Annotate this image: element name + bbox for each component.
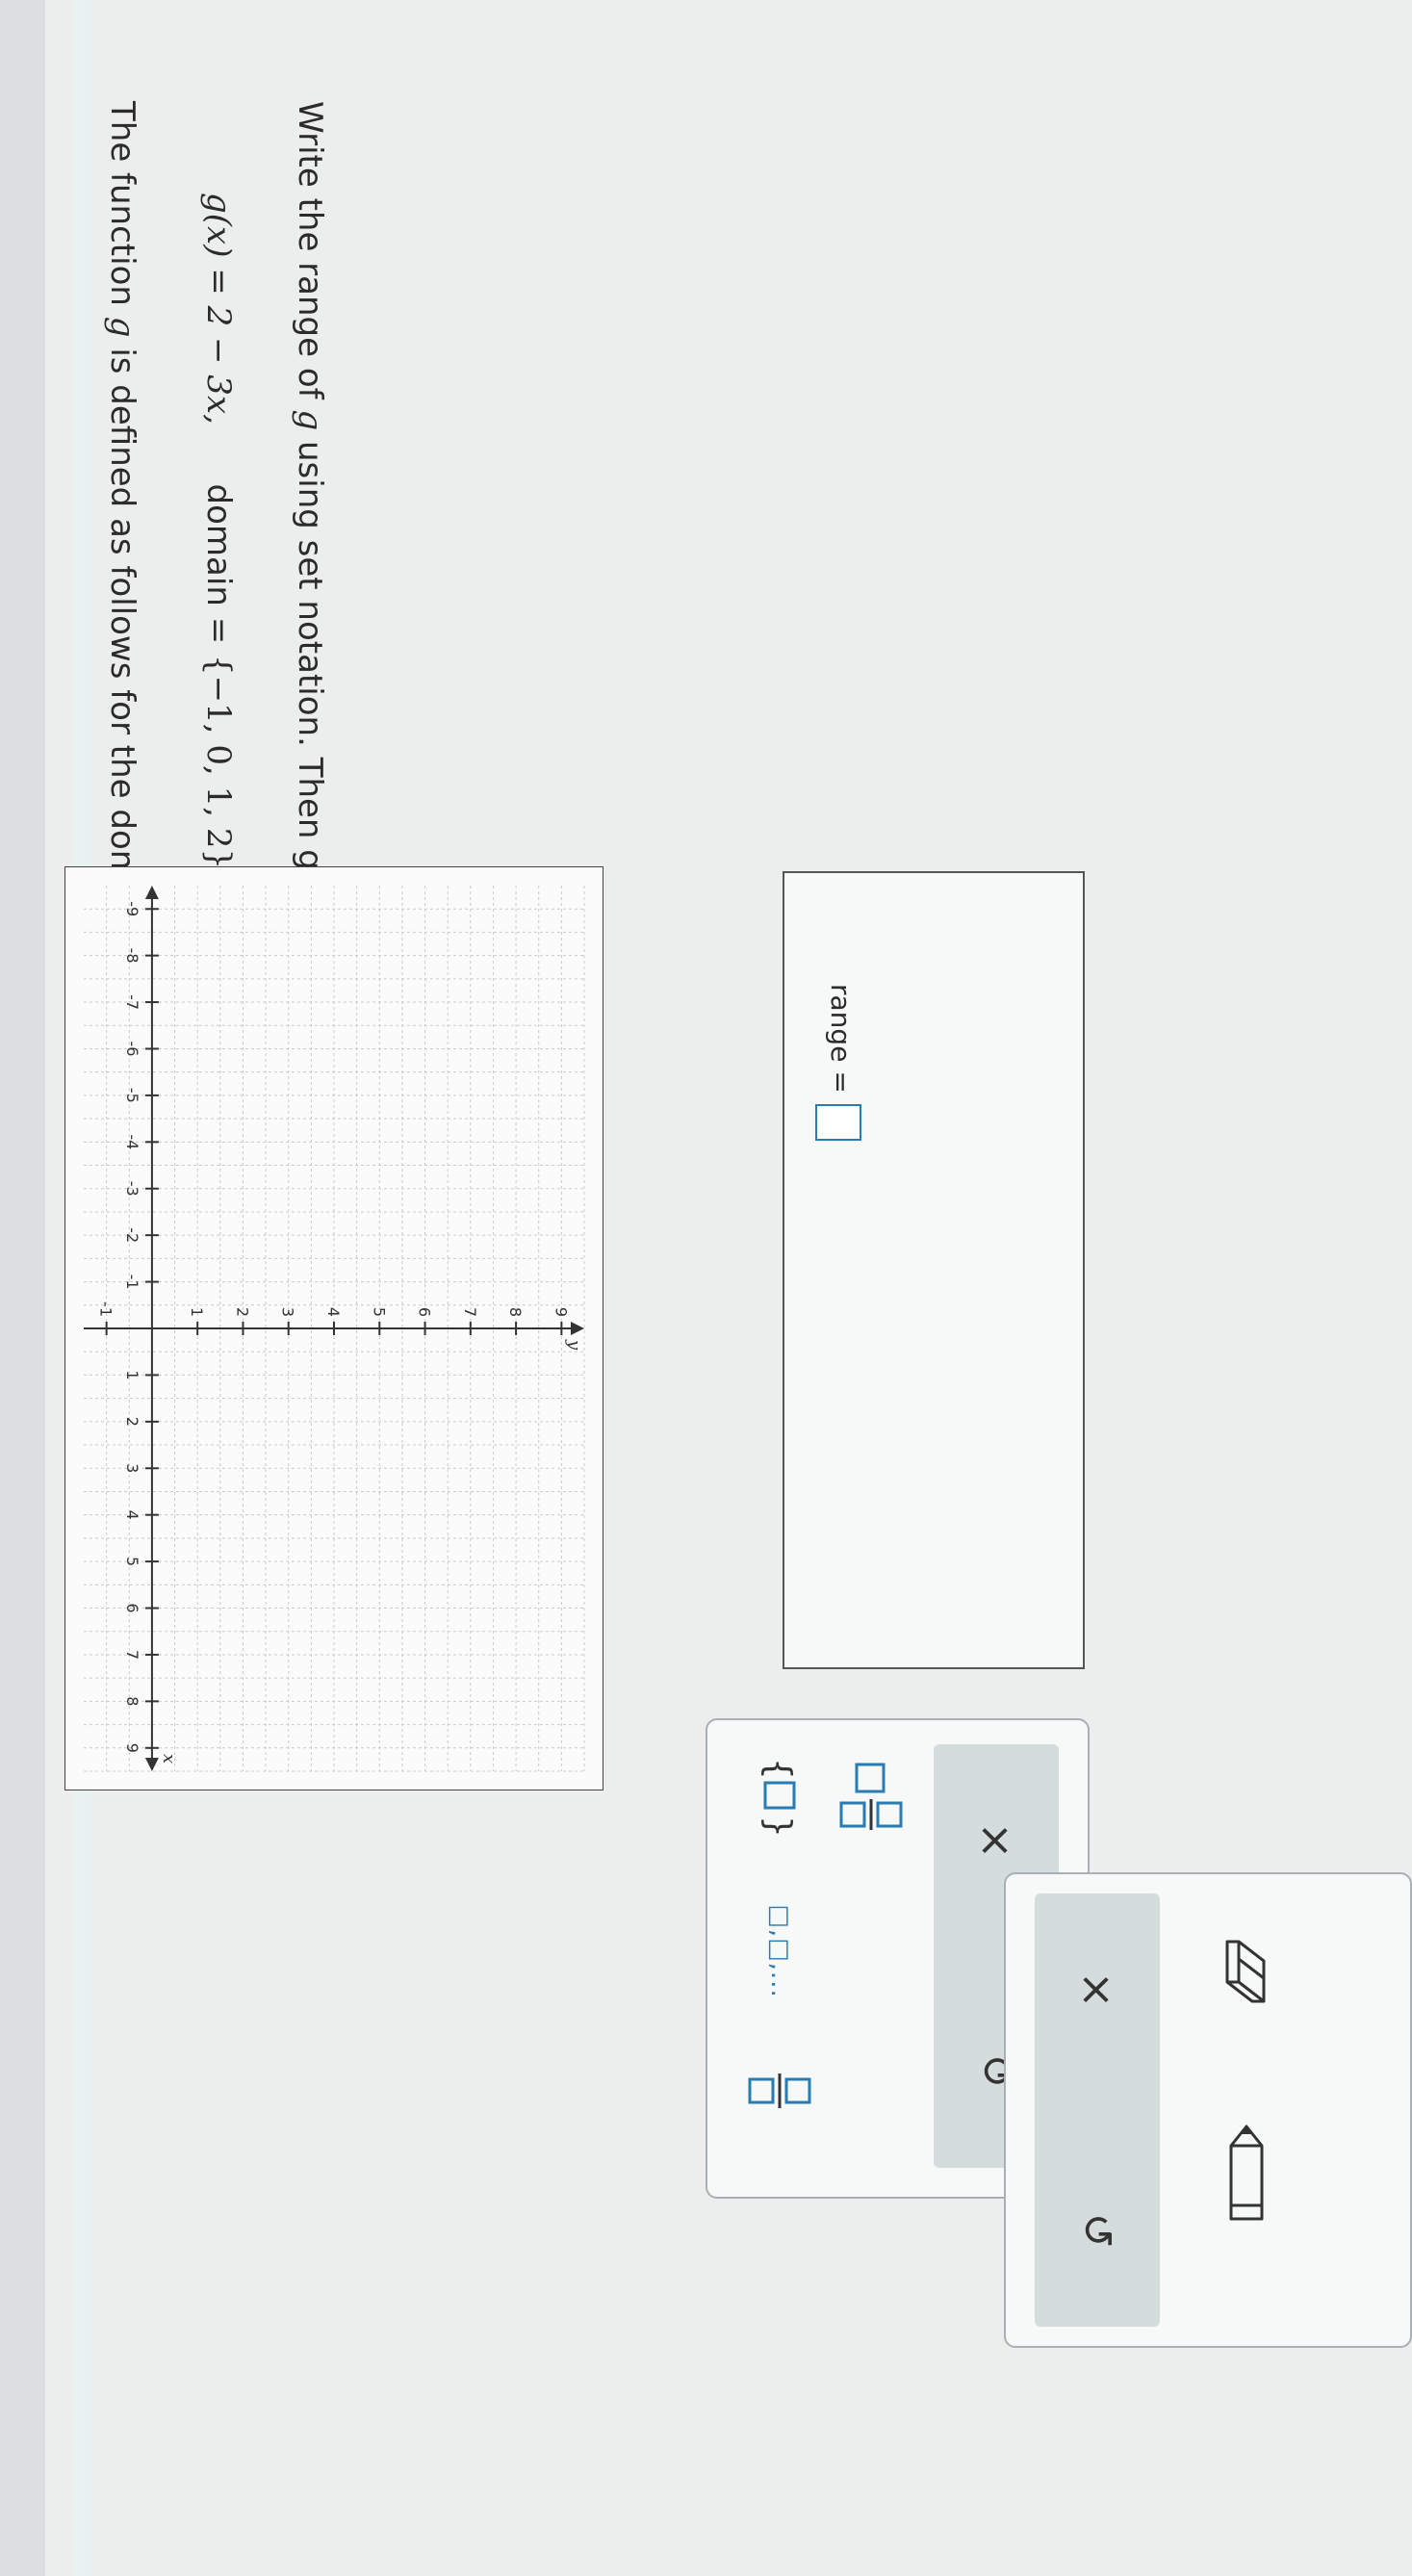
y-tick-label: 3 [279,1307,297,1317]
x-tick-label: -5 [123,1088,141,1103]
eraser-tool-button[interactable] [1198,1913,1295,2028]
x-tick-label: -3 [123,1181,141,1197]
x-tick-label: 8 [123,1696,141,1706]
range-label: range = [825,984,857,1094]
y-tick-label: -1 [97,1301,116,1317]
eraser-icon [1225,1940,1266,2003]
graph-tool-palette: × ↺ [1004,1872,1412,2348]
instruction-text: Write the range of g using set notation.… [291,101,329,987]
fraction-button[interactable] [732,2048,828,2134]
svg-text:{: { [758,1758,798,1780]
y-tick-label: 5 [370,1307,388,1317]
y-tick-label: 7 [461,1307,479,1317]
range-answer-box: range = [783,871,1085,1669]
x-tick-label: 5 [123,1557,141,1566]
definition-formula: g(x) = 2 − 3x, [199,193,238,425]
domain-value: = {−1, 0, 1, 2} [199,616,238,870]
y-tick-label: 2 [233,1307,251,1317]
x-tick-label: 1 [123,1370,141,1379]
page-stage: The function g is defined as follows for… [0,0,1412,2576]
mixed-number-icon [839,1763,903,1830]
x-tick-label: 2 [123,1417,141,1427]
y-tick-label: 1 [188,1307,206,1317]
x-tick-label: -4 [123,1134,141,1149]
x-tick-label: -1 [123,1275,141,1290]
y-tick-label: 4 [324,1307,343,1317]
set-braces-button[interactable]: { } [741,1744,818,1850]
graph-palette-actions: × ↺ [1035,1893,1160,2327]
pencil-tool-button[interactable] [1198,2105,1295,2240]
clear-button[interactable]: × [958,1802,1035,1879]
x-tick-label: -8 [123,948,141,964]
x-tick-label: 3 [123,1463,141,1473]
range-input[interactable] [815,1104,861,1141]
y-axis-label: y [564,1339,584,1351]
x-tick-label: 9 [123,1743,141,1753]
coordinate-grid[interactable]: -9 -8 -7 -6 -5 -4 -3 -2 -1 1 2 3 4 5 6 7 8 9 9 8 7 6 5 4 3 2 1 -1 x y [64,866,603,1790]
x-tick-label: -7 [123,994,141,1010]
domain-label: domain [199,483,238,606]
y-tick-label: 9 [552,1307,570,1317]
x-tick-label: 4 [123,1510,141,1520]
graph-clear-button[interactable]: × [1059,1951,1136,2028]
function-definition: g(x) = 2 − 3x, domain = {−1, 0, 1, 2} [199,193,238,869]
set-braces-icon: { } [758,1758,798,1838]
x-tick-label: 7 [123,1650,141,1660]
mixed-number-button[interactable] [823,1744,919,1850]
y-tick-label: 6 [416,1307,434,1317]
x-tick-label: 6 [123,1603,141,1612]
x-tick-label: -6 [123,1041,141,1056]
x-tick-label: -2 [123,1227,141,1243]
list-elements-label: □,□,... [765,1904,794,1998]
graph-undo-button[interactable]: ↺ [1059,2192,1136,2269]
scrollbar[interactable] [0,0,45,2576]
x-tick-label: -9 [123,901,141,916]
list-elements-button[interactable]: □,□,... [741,1884,818,2019]
y-tick-label: 8 [506,1307,525,1317]
function-var: g [103,316,141,338]
svg-text:}: } [758,1816,798,1838]
pencil-icon [1229,2125,1264,2221]
fraction-icon [748,2074,811,2108]
x-axis-label: x [159,1754,179,1764]
